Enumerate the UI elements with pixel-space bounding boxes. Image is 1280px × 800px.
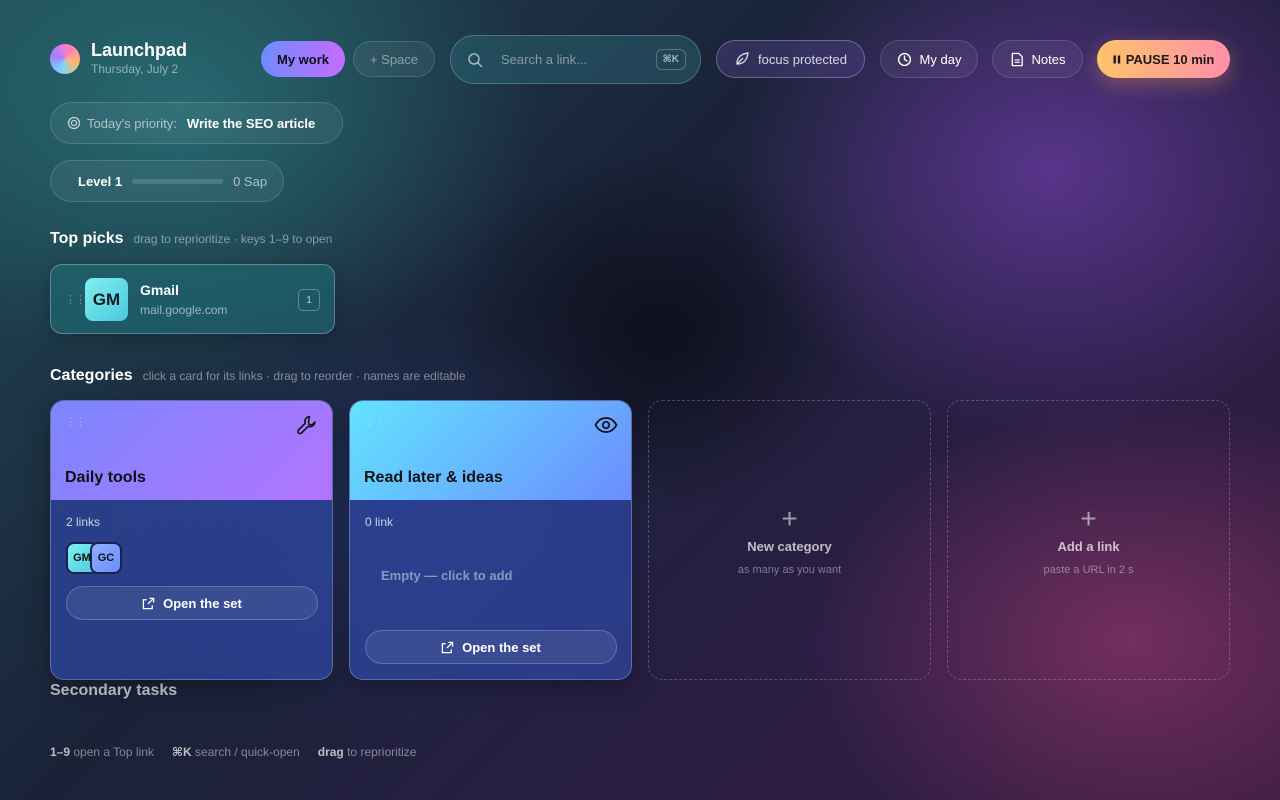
open-set-label: Open the set	[462, 639, 541, 655]
top-pick-name: Gmail	[140, 282, 179, 298]
plus-icon: +	[781, 502, 798, 534]
new-category-card[interactable]: + New category as many as you want	[648, 400, 931, 680]
secondary-tasks-title[interactable]: Secondary tasks	[50, 682, 177, 700]
category-title[interactable]: Read later & ideas	[364, 469, 503, 487]
top-pick-url: mail.google.com	[140, 303, 228, 317]
notes-label: Notes	[1031, 51, 1066, 67]
link-avatar[interactable]: GC	[90, 542, 122, 574]
category-header: ⋮⋮ Daily tools	[51, 401, 332, 500]
focus-protected-button[interactable]: focus protected	[716, 40, 865, 78]
drag-handle-icon[interactable]: ⋮⋮	[65, 415, 86, 428]
pause-icon	[1113, 55, 1121, 64]
document-icon	[1010, 52, 1024, 67]
top-pick-item[interactable]: ⋮⋮ GM Gmail mail.google.com 1	[50, 264, 335, 334]
clock-icon	[897, 52, 912, 67]
new-category-title: New category	[747, 538, 832, 554]
brand-logo	[50, 44, 80, 74]
hint-drag: drag to reprioritize	[317, 745, 417, 759]
plus-icon: +	[1080, 502, 1097, 534]
add-space-label: + Space	[369, 51, 419, 67]
drag-handle-icon[interactable]: ⋮⋮	[65, 293, 86, 306]
categories-hint: click a card for its links · drag to reo…	[142, 369, 466, 383]
xp-value: 0 Sap	[233, 173, 268, 189]
pause-label: PAUSE 10 min	[1125, 51, 1215, 67]
wrench-icon	[295, 413, 319, 437]
categories-header: Categories click a card for its links · …	[50, 367, 466, 385]
open-set-label: Open the set	[163, 595, 242, 611]
focus-label: focus protected	[758, 51, 847, 67]
empty-click-to-add[interactable]: Empty — click to add	[381, 568, 512, 583]
priority-value[interactable]: Write the SEO article	[187, 116, 315, 131]
external-link-icon	[441, 641, 454, 654]
notes-button[interactable]: Notes	[992, 40, 1083, 78]
top-pick-shortcut-key: 1	[298, 289, 320, 311]
app-title: Launchpad	[91, 40, 188, 60]
pause-button[interactable]: PAUSE 10 min	[1097, 40, 1230, 78]
category-avatars: GM GC	[66, 542, 122, 574]
search-icon	[467, 52, 483, 68]
search-input[interactable]: Search a link... ⌘K	[450, 35, 701, 84]
level-label: Level 1	[78, 173, 123, 189]
top-picks-hint: drag to reprioritize · keys 1–9 to open	[133, 232, 333, 246]
external-link-icon	[142, 597, 155, 610]
category-header: ⋮⋮ Read later & ideas	[350, 401, 631, 500]
top-picks-header: Top picks drag to reprioritize · keys 1–…	[50, 230, 332, 248]
add-space-button[interactable]: + Space	[353, 41, 435, 77]
open-set-button[interactable]: Open the set	[365, 630, 617, 664]
search-shortcut: ⌘K	[655, 49, 686, 70]
xp-progress-bar	[132, 178, 224, 184]
target-icon	[67, 116, 81, 130]
category-title[interactable]: Daily tools	[65, 469, 146, 487]
level-indicator: Level 1 0 Sap	[50, 160, 284, 202]
my-work-label: My work	[276, 51, 329, 67]
today-priority[interactable]: Today's priority: Write the SEO article	[50, 102, 343, 144]
search-placeholder: Search a link...	[501, 52, 587, 67]
my-work-button[interactable]: My work	[261, 41, 345, 77]
category-card-daily-tools[interactable]: ⋮⋮ Daily tools 2 links GM GC Open the se…	[50, 400, 333, 680]
priority-label: Today's priority:	[87, 115, 177, 131]
leaf-icon	[734, 51, 750, 67]
gmail-tile: GM	[85, 278, 128, 321]
categories-title: Categories	[50, 367, 133, 384]
open-set-button[interactable]: Open the set	[66, 586, 318, 620]
hint-open-top: 1–9 open a Top link	[50, 745, 154, 759]
my-day-label: My day	[919, 51, 962, 67]
drag-handle-icon[interactable]: ⋮⋮	[364, 415, 385, 428]
add-link-card[interactable]: + Add a link paste a URL in 2 s	[947, 400, 1230, 680]
my-day-button[interactable]: My day	[880, 40, 978, 78]
add-link-title: Add a link	[1057, 538, 1120, 554]
keyboard-hints: 1–9 open a Top link ⌘K search / quick-op…	[50, 745, 416, 759]
eye-icon	[594, 413, 618, 437]
current-date: Thursday, July 2	[91, 62, 179, 76]
new-category-sub: as many as you want	[737, 563, 842, 576]
category-link-count: 0 link	[365, 515, 394, 529]
hint-search: ⌘K search / quick-open	[171, 745, 300, 759]
add-link-sub: paste a URL in 2 s	[1043, 563, 1134, 576]
category-link-count: 2 links	[66, 515, 101, 529]
top-picks-title: Top picks	[50, 230, 124, 247]
category-card-read-later[interactable]: ⋮⋮ Read later & ideas 0 link Empty — cli…	[349, 400, 632, 680]
